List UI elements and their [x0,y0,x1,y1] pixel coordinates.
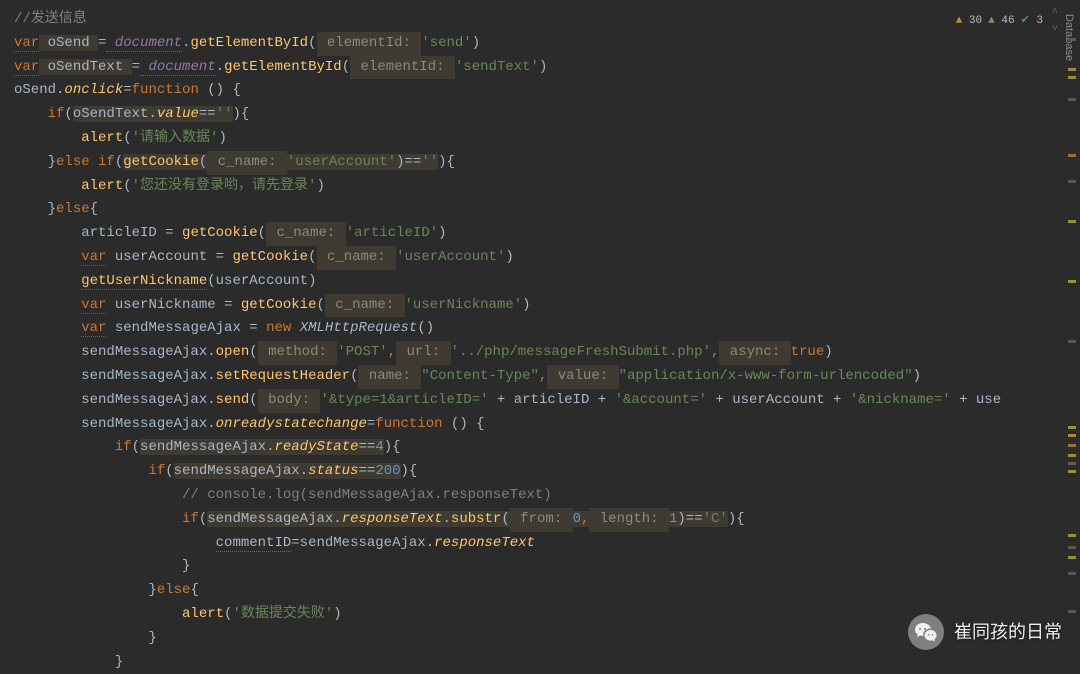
wechat-icon [908,614,944,650]
watermark-text: 崔同孩的日常 [954,617,1062,648]
code-line: //发送信息 [14,11,87,27]
code-editor[interactable]: //发送信息 var oSend = document.getElementBy… [0,0,1080,674]
watermark: 崔同孩的日常 [908,614,1062,650]
